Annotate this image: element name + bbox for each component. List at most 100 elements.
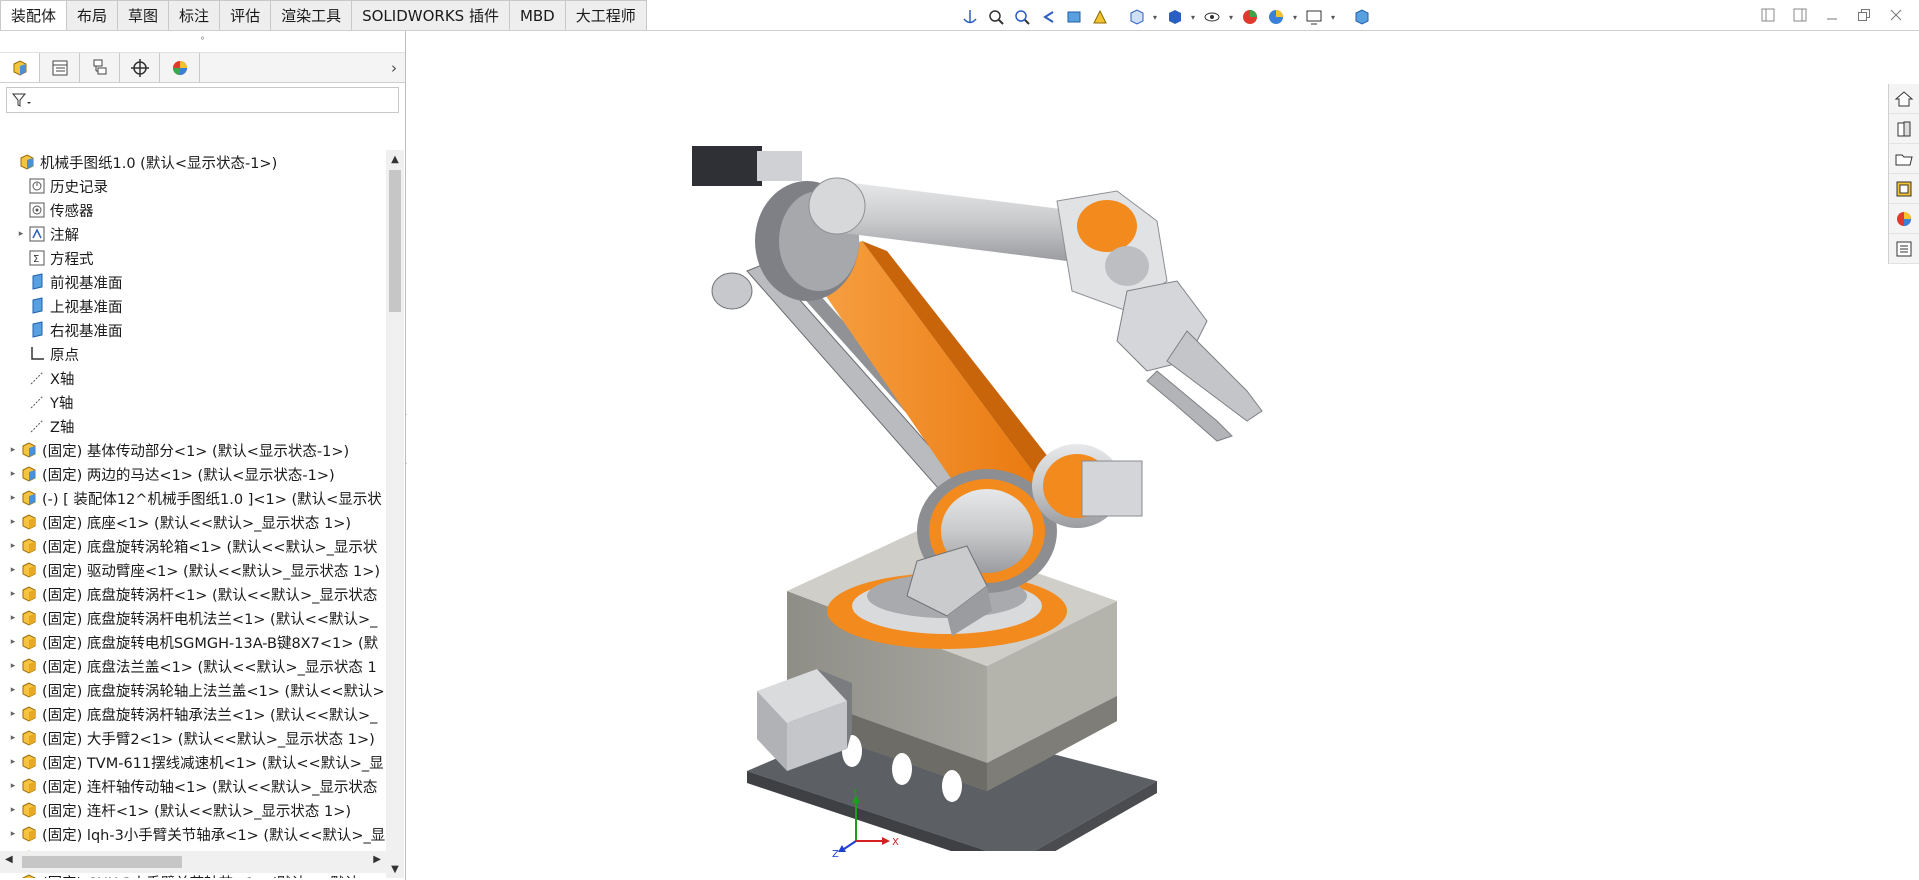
hide-show-button[interactable] (1200, 5, 1224, 29)
panel-left-icon[interactable] (1759, 6, 1777, 24)
view-palette-button[interactable] (1889, 174, 1919, 204)
tree-item[interactable]: ▸ (固定) 底盘旋转涡杆轴承法兰<1> (默认<<默认>_ (0, 702, 386, 726)
tree-item[interactable]: ▸ (固定) 驱动臂座<1> (默认<<默认>_显示状态 1>) (0, 558, 386, 582)
hscroll-thumb[interactable] (22, 856, 182, 868)
tree-item[interactable]: ▸ (固定) 底盘旋转涡轮轴上法兰盖<1> (默认<<默认> (0, 678, 386, 702)
design-library-button[interactable] (1889, 114, 1919, 144)
home-button[interactable] (1889, 84, 1919, 114)
expand-arrow-icon[interactable]: ▸ (6, 757, 20, 767)
tree-item[interactable]: ▸ (-) [ 装配体12^机械手图纸1.0 ]<1> (默认<显示状 (0, 486, 386, 510)
graphics-area[interactable]: Y X Z (407, 31, 1887, 880)
dropdown-arrow-icon[interactable]: ▾ (1150, 5, 1160, 29)
view-settings-button[interactable] (1302, 5, 1326, 29)
expand-arrow-icon[interactable]: ▸ (6, 637, 20, 647)
tree-item[interactable]: 传感器 (0, 198, 386, 222)
tree-item[interactable]: Y轴 (0, 390, 386, 414)
panel-right-icon[interactable] (1791, 6, 1809, 24)
tree-item[interactable]: ▸ (固定) 底盘旋转涡杆电机法兰<1> (默认<<默认>_ (0, 606, 386, 630)
expand-arrow-icon[interactable]: ▸ (6, 565, 20, 575)
tree-item[interactable]: ▸ (固定) 基体传动部分<1> (默认<显示状态-1>) (0, 438, 386, 462)
minimize-icon[interactable] (1823, 6, 1841, 24)
scroll-right-icon[interactable]: ▶ (373, 854, 381, 865)
expand-arrow-icon[interactable]: ▸ (6, 445, 20, 455)
dynamic-annotation-button[interactable] (1088, 5, 1112, 29)
expand-arrow-icon[interactable]: ▸ (6, 685, 20, 695)
expand-arrow-icon[interactable]: ▸ (6, 589, 20, 599)
custom-properties-button[interactable] (1889, 234, 1919, 264)
expand-arrow-icon[interactable]: ▸ (6, 517, 20, 527)
tree-item[interactable]: ▸ (固定) 底盘旋转涡杆<1> (默认<<默认>_显示状态 (0, 582, 386, 606)
file-explorer-button[interactable] (1889, 144, 1919, 174)
restore-icon[interactable] (1855, 6, 1873, 24)
expand-arrow-icon[interactable]: ▸ (6, 709, 20, 719)
dropdown-arrow-icon[interactable]: ▾ (1188, 5, 1198, 29)
tree-item[interactable]: 历史记录 (0, 174, 386, 198)
tree-item[interactable]: ▸ (固定) TVM-611摆线减速机<1> (默认<<默认>_显 (0, 750, 386, 774)
apply-scene-button[interactable] (1264, 5, 1288, 29)
expand-arrow-icon[interactable]: ▸ (6, 733, 20, 743)
dropdown-arrow-icon[interactable]: ▾ (1226, 5, 1236, 29)
tree-item[interactable]: 原点 (0, 342, 386, 366)
dimxpert-tab[interactable] (120, 53, 160, 82)
cube-button[interactable] (1350, 5, 1374, 29)
panel-more-icon[interactable]: › (391, 59, 397, 77)
display-manager-tab[interactable] (160, 53, 200, 82)
tree-item[interactable]: ▸ (固定) 两边的马达<1> (默认<显示状态-1>) (0, 462, 386, 486)
tree-item[interactable]: 前视基准面 (0, 270, 386, 294)
tree-item[interactable]: ▸ (固定) 底盘法兰盖<1> (默认<<默认>_显示状态 1 (0, 654, 386, 678)
tree-item[interactable]: ▸ (固定) 底盘旋转涡轮箱<1> (默认<<默认>_显示状 (0, 534, 386, 558)
expand-arrow-icon[interactable]: ▸ (6, 469, 20, 479)
tree-item[interactable]: Z轴 (0, 414, 386, 438)
expand-arrow-icon[interactable]: ▸ (6, 541, 20, 551)
expand-arrow-icon[interactable]: ▸ (6, 781, 20, 791)
tree-filter-input[interactable] (6, 87, 399, 113)
tree-item[interactable]: ▸ (固定) 连杆轴传动轴<1> (默认<<默认>_显示状态 (0, 774, 386, 798)
tree-horizontal-scrollbar[interactable]: ◀ ▶ (0, 851, 386, 873)
panel-grip[interactable]: ° (0, 31, 405, 53)
tree-item[interactable]: ▸ 注解 (0, 222, 386, 246)
previous-view-button[interactable] (1036, 5, 1060, 29)
appearances-button[interactable] (1889, 204, 1919, 234)
dropdown-arrow-icon[interactable]: ▾ (1328, 5, 1338, 29)
edit-appearance-button[interactable] (1238, 5, 1262, 29)
scroll-up-icon[interactable]: ▲ (386, 150, 404, 168)
zoom-to-fit-button[interactable] (984, 5, 1008, 29)
expand-arrow-icon[interactable]: ▸ (6, 661, 20, 671)
tab-5[interactable]: 渲染工具 (271, 0, 353, 31)
expand-arrow-icon[interactable]: ▸ (6, 805, 20, 815)
tab-8[interactable]: 大工程师 (565, 0, 647, 31)
featuremanager-tab[interactable] (0, 53, 40, 82)
expand-arrow-icon[interactable]: ▸ (6, 613, 20, 623)
tree-root[interactable]: 机械手图纸1.0 (默认<显示状态-1>) (0, 150, 386, 174)
tab-1[interactable]: 布局 (67, 0, 119, 31)
tree-item[interactable]: ▸ (固定) 大手臂2<1> (默认<<默认>_显示状态 1>) (0, 726, 386, 750)
anchor-button[interactable] (958, 5, 982, 29)
tree-item[interactable]: ▸ (固定) lqh-3小手臂关节轴承<1> (默认<<默认>_显 (0, 822, 386, 846)
tab-2[interactable]: 草图 (118, 0, 170, 31)
tab-7[interactable]: MBD (509, 0, 566, 31)
tree-vertical-scrollbar[interactable]: ▲ ▼ (386, 150, 404, 878)
zoom-area-button[interactable] (1010, 5, 1034, 29)
display-style-button[interactable] (1162, 5, 1186, 29)
tree-item[interactable]: ▸ (固定) 底座<1> (默认<<默认>_显示状态 1>) (0, 510, 386, 534)
close-icon[interactable] (1887, 6, 1905, 24)
dropdown-arrow-icon[interactable]: ▾ (1290, 5, 1300, 29)
expand-arrow-icon[interactable]: ▸ (6, 829, 20, 839)
view-orientation-button[interactable] (1124, 5, 1148, 29)
tab-3[interactable]: 标注 (169, 0, 221, 31)
tree-item[interactable]: 上视基准面 (0, 294, 386, 318)
tree-item[interactable]: 右视基准面 (0, 318, 386, 342)
scroll-down-icon[interactable]: ▼ (386, 860, 404, 878)
propertymanager-tab[interactable] (40, 53, 80, 82)
tab-6[interactable]: SOLIDWORKS 插件 (352, 0, 510, 31)
tree-item[interactable]: X轴 (0, 366, 386, 390)
expand-arrow-icon[interactable]: ▸ (6, 493, 20, 503)
scroll-thumb[interactable] (389, 170, 401, 312)
robot-arm-model[interactable] (687, 91, 1347, 851)
tab-0[interactable]: 装配体 (0, 0, 68, 31)
expand-arrow-icon[interactable]: ▸ (6, 877, 20, 878)
section-view-button[interactable] (1062, 5, 1086, 29)
tree-item[interactable]: ▸ (固定) 底盘旋转电机SGMGH-13A-B键8X7<1> (默 (0, 630, 386, 654)
tree-item[interactable]: Σ 方程式 (0, 246, 386, 270)
expand-arrow-icon[interactable]: ▸ (14, 229, 28, 239)
